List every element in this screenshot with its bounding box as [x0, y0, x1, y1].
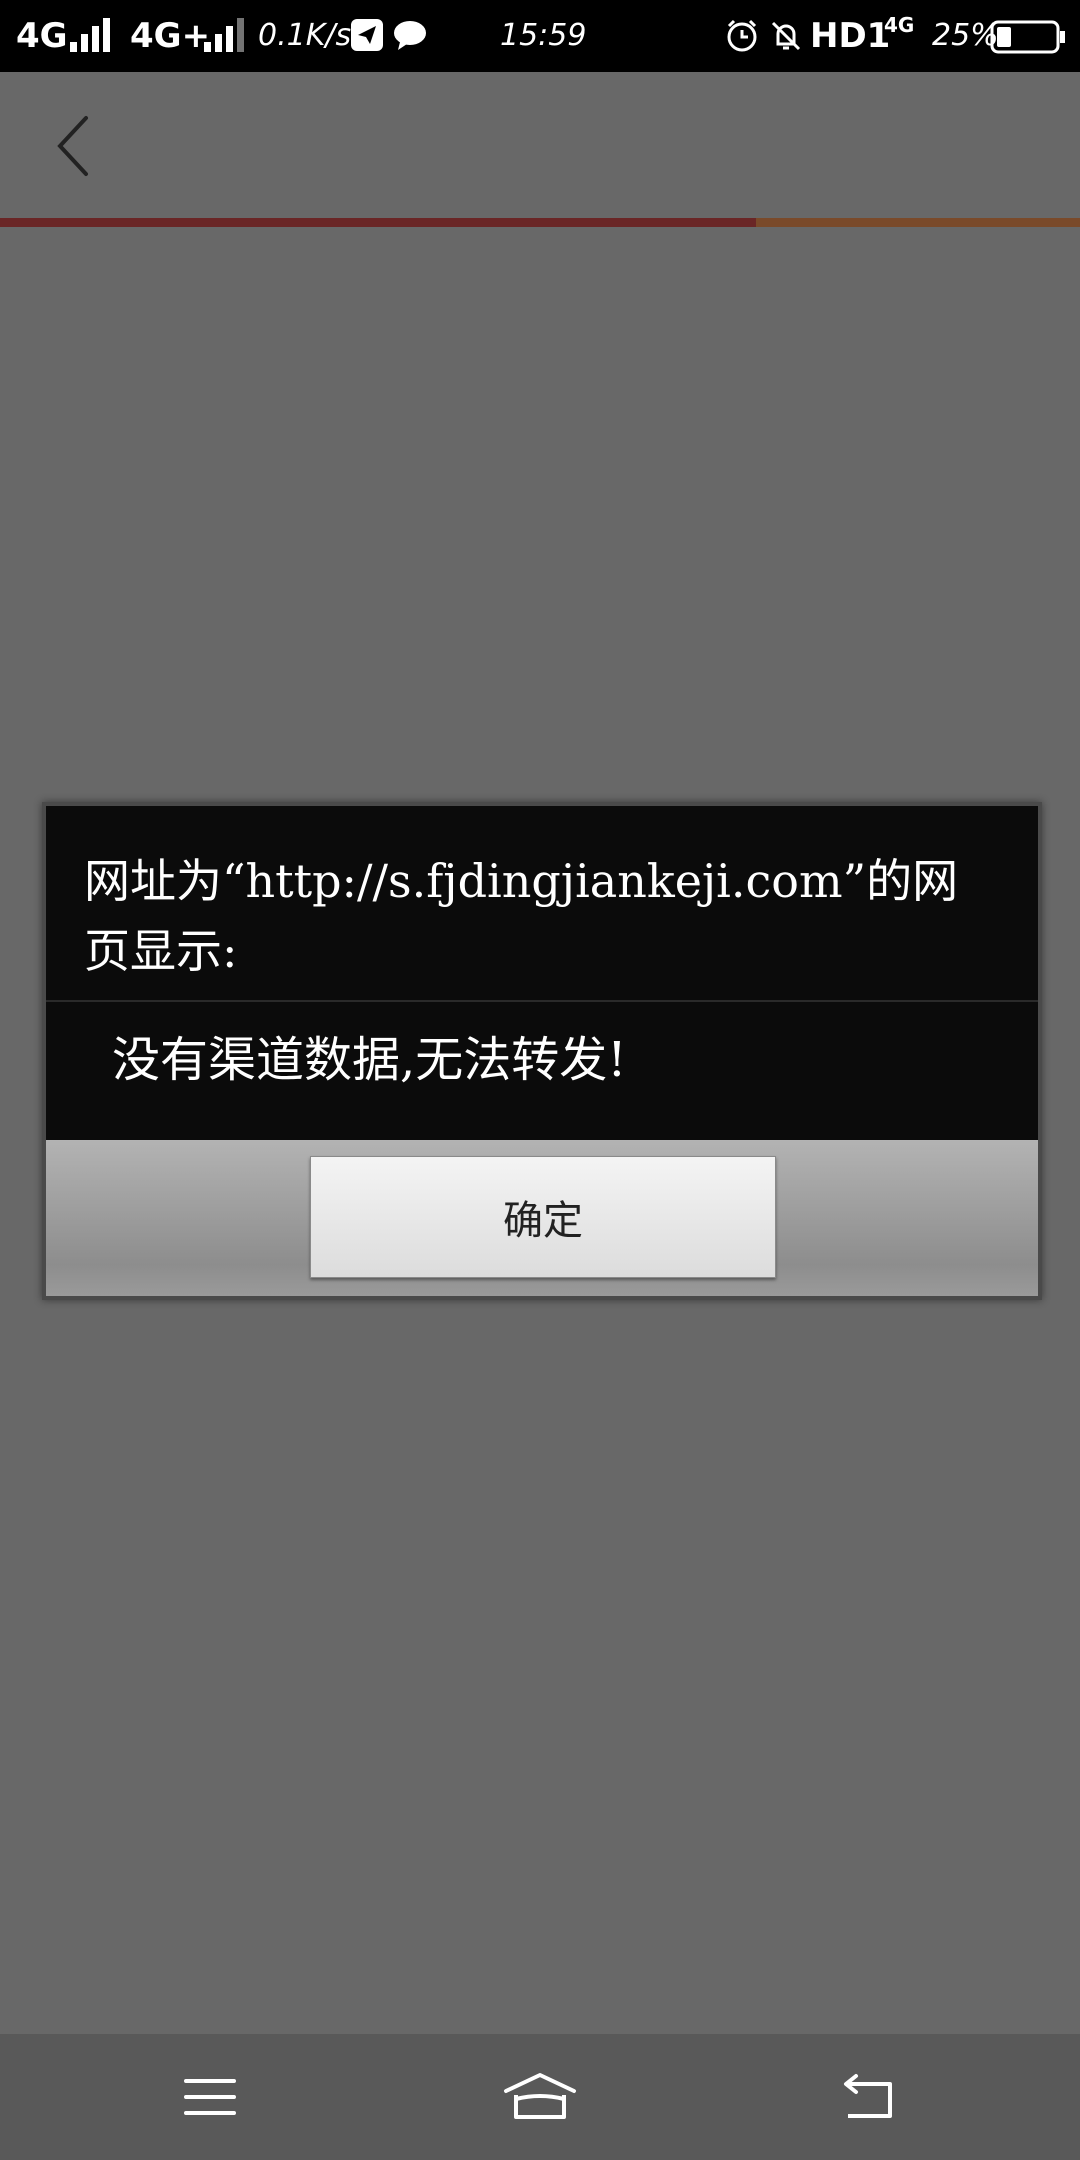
page-load-progress-fill	[0, 218, 756, 227]
status-bar: 4G 4G+ 0.1K/s 15:59 HD1 4G 25%	[0, 0, 1080, 72]
dialog-title: 网址为“http://s.fjdingjiankeji.com”的网页显示:	[46, 806, 1038, 1002]
chevron-left-icon	[57, 116, 88, 176]
alert-dialog: 网址为“http://s.fjdingjiankeji.com”的网页显示: 没…	[42, 802, 1042, 1300]
back-nav-button[interactable]	[818, 2064, 918, 2130]
network-speed: 0.1K/s	[258, 18, 352, 53]
signal-strength-icon	[204, 18, 250, 52]
message-icon	[392, 18, 428, 56]
home-button[interactable]	[490, 2064, 590, 2130]
screen: 4G 4G+ 0.1K/s 15:59 HD1 4G 25% 网址为“http:…	[0, 0, 1080, 2160]
battery-percent: 25%	[932, 18, 999, 53]
page-load-progress	[0, 218, 1080, 227]
network-type-3: 4G	[884, 13, 915, 37]
home-icon	[504, 2073, 576, 2119]
menu-icon	[184, 2079, 236, 2115]
network-type-1: 4G	[16, 16, 68, 56]
menu-button[interactable]	[160, 2064, 260, 2130]
send-icon	[350, 18, 384, 56]
dialog-footer: 确定	[46, 1140, 1038, 1296]
notifications-off-icon	[768, 18, 804, 58]
hd-indicator: HD1	[810, 16, 891, 56]
clock: 15:59	[500, 18, 587, 53]
alarm-icon	[724, 18, 760, 58]
network-type-2: 4G+	[130, 16, 211, 56]
dialog-message: 没有渠道数据,无法转发!	[112, 1032, 627, 1088]
back-icon	[844, 2074, 892, 2118]
navigation-bar	[0, 2034, 1080, 2160]
back-button[interactable]	[40, 100, 110, 190]
battery-icon	[990, 20, 1066, 58]
signal-strength-icon	[70, 18, 116, 52]
ok-button[interactable]: 确定	[310, 1156, 776, 1278]
